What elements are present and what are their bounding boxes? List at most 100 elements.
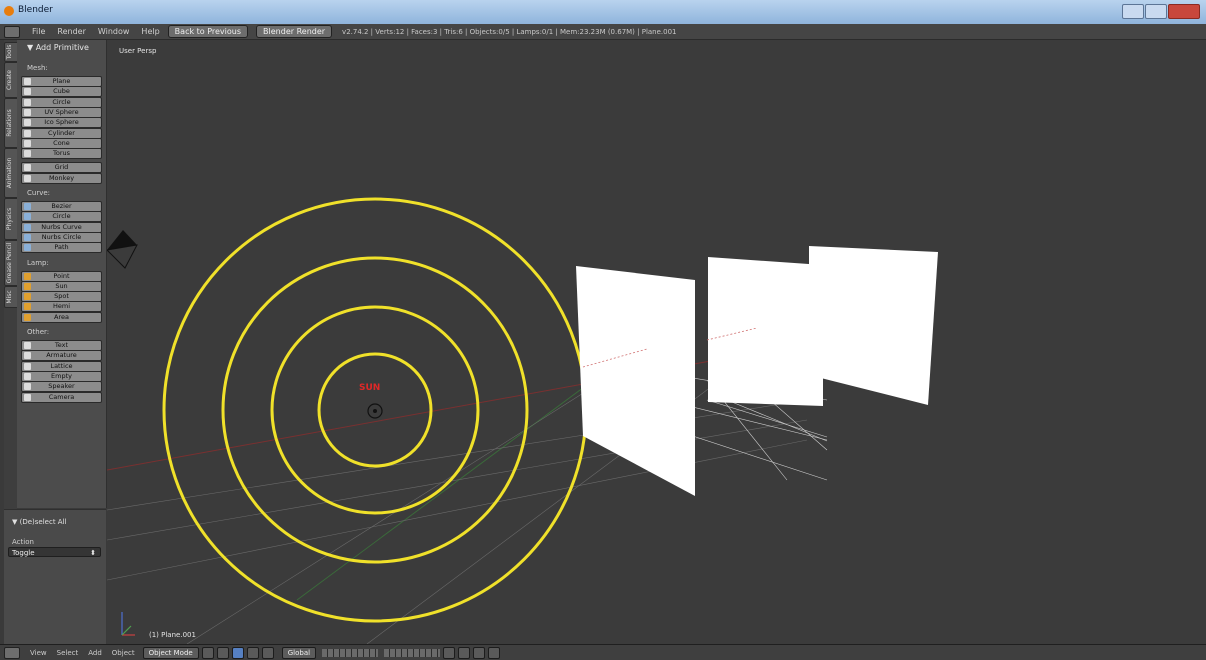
add-point-button[interactable]: Point [21, 270, 102, 282]
lock-layers-icon[interactable] [443, 646, 456, 659]
add-area-button[interactable]: Area [21, 311, 102, 323]
monkey-icon [24, 174, 31, 182]
side-tab-label: Create [6, 70, 13, 90]
view3d-editor-icon[interactable] [4, 646, 20, 659]
tool-shelf: ▼ Add Primitive Mesh: Plane Cube Circle UV S… [17, 40, 107, 508]
add-speaker-button[interactable]: Speaker [21, 381, 102, 393]
add-hemi-button[interactable]: Hemi [21, 301, 102, 313]
add-camera-button[interactable]: Camera [21, 391, 102, 403]
cylinder-icon [24, 129, 31, 137]
hemi-icon [24, 303, 31, 311]
section-label-lamp: Lamp: [27, 258, 49, 267]
ico-sphere-icon [24, 119, 31, 127]
add-nurbs-curve-button[interactable]: Nurbs Curve [21, 221, 102, 233]
dropdown-arrow-icon: ⬍ [90, 549, 96, 557]
menu-view[interactable]: View [30, 649, 47, 657]
button-label: Camera [48, 392, 75, 401]
button-label: Sun [55, 281, 68, 290]
bezier-icon [24, 203, 31, 210]
add-cube-button[interactable]: Cube [21, 86, 102, 98]
menu-help[interactable]: Help [141, 27, 159, 36]
button-label: UV Sphere [44, 107, 79, 116]
menu-render[interactable]: Render [57, 27, 85, 36]
active-object-label: (1) Plane.001 [149, 631, 196, 639]
button-label: Cylinder [48, 128, 75, 137]
menu-object[interactable]: Object [112, 649, 135, 657]
menu-add[interactable]: Add [88, 649, 102, 657]
add-ico-sphere-button[interactable]: Ico Sphere [21, 117, 102, 129]
button-label: Circle [52, 97, 71, 106]
add-torus-button[interactable]: Torus [21, 148, 102, 160]
action-dropdown[interactable]: Toggle ⬍ [8, 547, 101, 557]
button-label: Point [53, 271, 70, 280]
camera-icon [24, 393, 31, 401]
3d-viewport[interactable]: User Persp SUN (1) Plane.001 [107, 40, 1206, 644]
minimize-button[interactable] [1122, 4, 1144, 19]
maximize-button[interactable] [1145, 4, 1167, 19]
side-tab-label: Animation [6, 157, 13, 189]
nurbs-curve-icon [24, 223, 31, 231]
pivot-point-button[interactable] [216, 646, 229, 659]
cube-icon [24, 88, 31, 96]
manipulator-toggle-icon[interactable] [231, 646, 244, 659]
close-button[interactable] [1168, 4, 1200, 19]
button-label: Ico Sphere [44, 118, 79, 127]
section-label-curve: Curve: [27, 189, 51, 197]
button-label: Bezier [51, 202, 72, 210]
add-monkey-button[interactable]: Monkey [21, 172, 102, 184]
add-circle-button[interactable]: Circle [21, 211, 102, 223]
snap-toggle-icon[interactable] [458, 646, 471, 659]
title-bar: Blender [0, 0, 1206, 24]
window-controls [1121, 4, 1200, 19]
sun-label: SUN [359, 383, 381, 393]
side-tab-label: Physics [6, 207, 13, 231]
spot-icon [24, 293, 31, 301]
button-label: Torus [52, 149, 71, 158]
button-label: Nurbs Curve [41, 222, 82, 231]
add-armature-button[interactable]: Armature [21, 350, 102, 362]
add-cylinder-button[interactable]: Cylinder [21, 127, 102, 139]
path-icon [24, 244, 31, 252]
section-label-mesh: Mesh: [27, 64, 48, 72]
point-icon [24, 272, 31, 280]
render-engine-select[interactable]: Blender Render [256, 25, 333, 38]
last-operator-title[interactable]: ▼ (De)select All [12, 518, 66, 526]
viewport-shading-button[interactable] [201, 646, 214, 659]
button-label: Area [54, 312, 69, 321]
add-lattice-button[interactable]: Lattice [21, 360, 102, 372]
side-tab-label: Misc [6, 290, 13, 304]
cone-icon [24, 139, 31, 147]
menu-file[interactable]: File [32, 27, 45, 36]
action-label: Action [12, 538, 34, 546]
layer-buttons[interactable] [322, 648, 379, 657]
text-icon [24, 342, 31, 349]
panel-title[interactable]: ▼ Add Primitive [27, 43, 89, 52]
editor-type-icon[interactable] [4, 25, 20, 38]
button-label: Nurbs Circle [41, 232, 82, 241]
empty-icon [24, 372, 31, 380]
translate-manipulator-icon[interactable] [246, 646, 259, 659]
rotate-manipulator-icon[interactable] [261, 646, 274, 659]
nurbs-circle-icon [24, 233, 31, 241]
menu-window[interactable]: Window [98, 27, 130, 36]
layer-buttons-2[interactable] [384, 648, 441, 657]
torus-icon [24, 150, 31, 158]
back-to-previous-button[interactable]: Back to Previous [167, 25, 249, 38]
orientation-select[interactable]: Global [281, 646, 317, 659]
button-label: Grid [54, 163, 69, 172]
viewport-scene [107, 197, 938, 644]
add-grid-button[interactable]: Grid [21, 162, 102, 174]
button-label: Armature [46, 351, 77, 360]
button-label: Cone [53, 138, 70, 147]
area-icon [24, 313, 31, 321]
render-preview-icon[interactable] [488, 646, 501, 659]
add-circle-button[interactable]: Circle [21, 96, 102, 108]
add-path-button[interactable]: Path [21, 242, 102, 254]
menu-select[interactable]: Select [57, 649, 79, 657]
object-mode-select[interactable]: Object Mode [142, 646, 199, 659]
snap-element-icon[interactable] [473, 646, 486, 659]
button-label: Circle [52, 212, 71, 221]
side-tab-label: Relations [6, 109, 13, 137]
button-label: Speaker [48, 382, 75, 391]
info-header: File Render Window Help Back to Previous… [0, 24, 1206, 40]
